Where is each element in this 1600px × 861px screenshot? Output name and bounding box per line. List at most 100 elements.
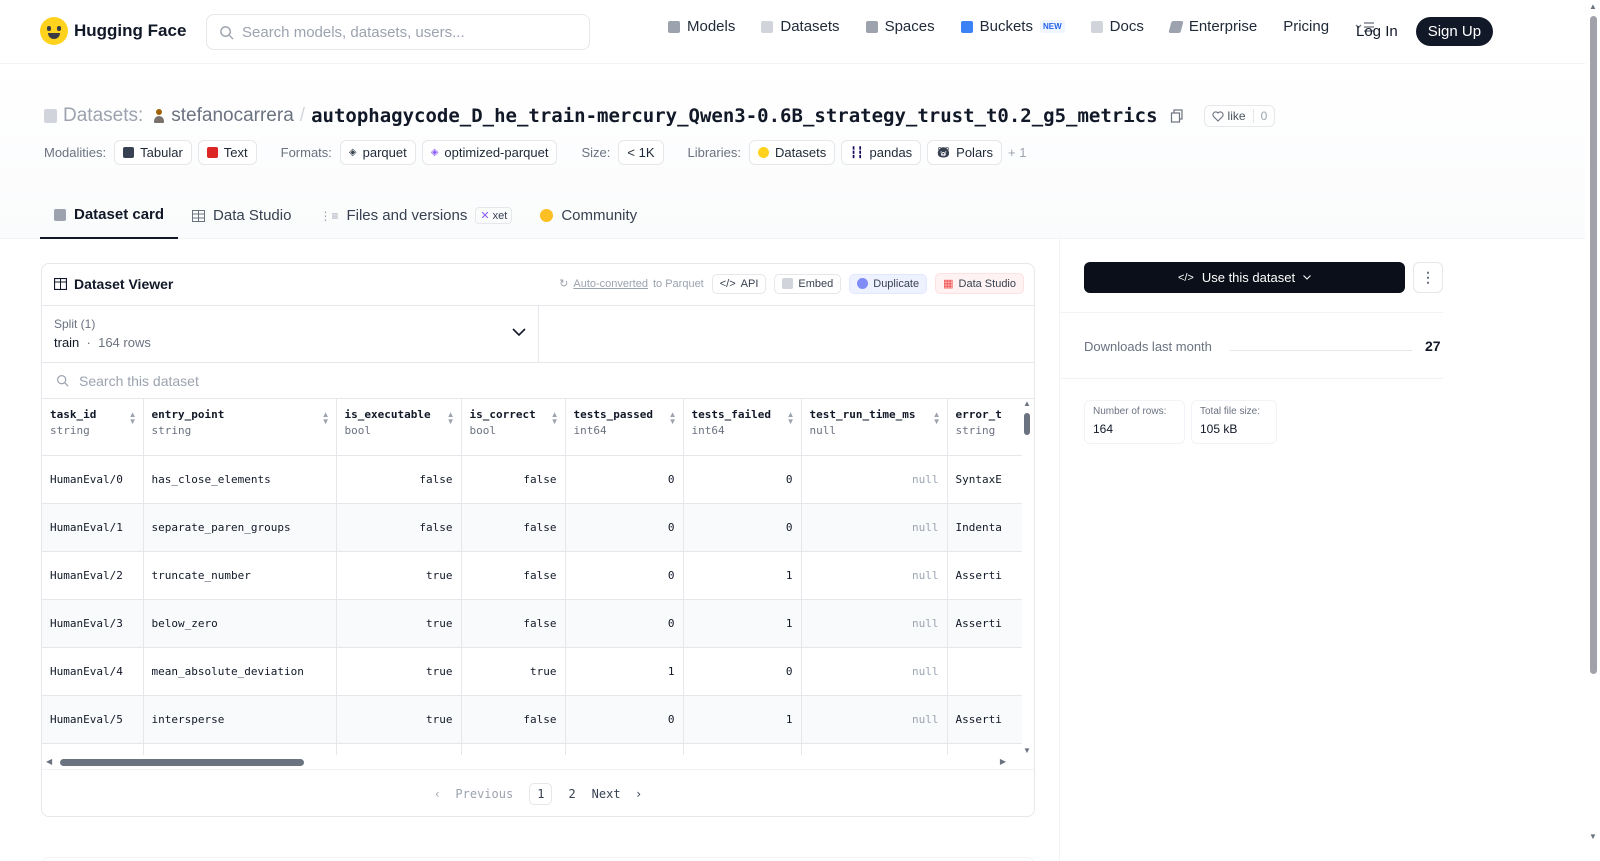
next-page-button[interactable]: Next › [592, 787, 643, 801]
sort-icon[interactable]: ▲ ▼ [933, 411, 941, 426]
tag-parquet[interactable]: ◈ parquet [339, 140, 416, 165]
owner-link[interactable]: stefanocarrera [171, 105, 294, 127]
table-cell[interactable]: null [801, 695, 948, 744]
table-cell[interactable]: 0 [683, 503, 802, 552]
table-row[interactable]: HumanEval/2 truncate_number true false 0 1 nul… [42, 551, 1022, 600]
page-2-button[interactable]: 2 [568, 787, 575, 801]
use-this-dataset-button[interactable]: </> Use this dataset [1084, 262, 1405, 293]
auto-converted-link[interactable]: Auto-converted [573, 278, 648, 290]
table-cell[interactable]: true [336, 599, 462, 648]
table-cell[interactable]: false [461, 599, 566, 648]
table-cell[interactable]: null [801, 647, 948, 696]
tag-pandas[interactable]: ┇┇ pandas [841, 140, 922, 165]
tag-text[interactable]: Text [197, 140, 257, 165]
table-cell[interactable]: Asserti [947, 695, 1022, 744]
home-logo-link[interactable]: Hugging Face [40, 17, 186, 45]
data-studio-button[interactable]: ▦ Data Studio [935, 273, 1024, 294]
table-row[interactable]: HumanEval/1 separate_paren_groups false fal… [42, 503, 1022, 552]
table-cell[interactable]: mean_absolute_deviation [143, 647, 337, 696]
column-header[interactable]: test_run_time_ms null ▲ ▼ [801, 399, 948, 456]
table-cell[interactable]: false [461, 695, 566, 744]
page-scrollbar[interactable]: ▲ ▼ [1585, 0, 1600, 861]
table-cell[interactable]: Asserti [947, 599, 1022, 648]
column-header[interactable]: error_t string [947, 399, 1022, 456]
sort-icon[interactable]: ▲ ▼ [129, 411, 137, 426]
table-row[interactable]: HumanEval/3 below_zero true false 0 1 null Asse… [42, 599, 1022, 648]
embed-button[interactable]: Embed [774, 273, 842, 294]
column-header[interactable]: is_correct bool ▲ ▼ [461, 399, 566, 456]
page-1-button[interactable]: 1 [529, 783, 553, 805]
column-header[interactable]: tests_failed int64 ▲ ▼ [683, 399, 802, 456]
tag-tabular[interactable]: Tabular [114, 140, 192, 165]
table-cell[interactable]: 1 [683, 599, 802, 648]
table-cell[interactable]: null [801, 455, 948, 504]
table-row[interactable]: HumanEval/0 has_close_elements false false 0… [42, 455, 1022, 504]
table-cell[interactable]: true [336, 695, 462, 744]
tag-size[interactable]: < 1K [618, 140, 664, 165]
table-cell[interactable]: null [801, 503, 948, 552]
table-cell[interactable]: 0 [565, 551, 684, 600]
nav-datasets[interactable]: Datasets [761, 18, 840, 35]
sort-icon[interactable]: ▲ ▼ [787, 411, 795, 426]
table-cell[interactable]: Indenta [947, 503, 1022, 552]
dataset-search-input[interactable]: Search this dataset [42, 363, 1034, 399]
signup-button[interactable]: Sign Up [1415, 17, 1494, 46]
table-cell[interactable]: 0 [565, 695, 684, 744]
nav-pricing[interactable]: Pricing [1283, 18, 1329, 35]
table-cell[interactable]: 0 [565, 503, 684, 552]
page-scroll-down-icon[interactable]: ▼ [1589, 832, 1597, 841]
nav-enterprise[interactable]: Enterprise [1168, 18, 1257, 35]
table-cell[interactable]: true [461, 647, 566, 696]
previous-page-button[interactable]: ‹ Previous [434, 787, 513, 801]
table-cell[interactable]: HumanEval/1 [42, 503, 144, 552]
global-search-input[interactable]: Search models, datasets, users... [206, 14, 590, 50]
table-cell[interactable] [947, 647, 1022, 696]
table-cell[interactable]: false [336, 503, 462, 552]
table-cell[interactable]: false [336, 455, 462, 504]
tag-optimized-parquet[interactable]: ◈ optimized-parquet [421, 140, 558, 165]
table-cell[interactable]: separate_paren_groups [143, 503, 337, 552]
table-cell[interactable]: HumanEval/2 [42, 551, 144, 600]
login-link[interactable]: Log In [1356, 23, 1398, 40]
sort-icon[interactable]: ▲ ▼ [551, 411, 559, 426]
libraries-more[interactable]: + 1 [1008, 145, 1026, 160]
table-cell[interactable]: 0 [683, 647, 802, 696]
nav-docs[interactable]: Docs [1090, 18, 1144, 35]
copy-icon[interactable] [1170, 109, 1184, 123]
table-cell[interactable]: HumanEval/4 [42, 647, 144, 696]
table-cell[interactable]: true [336, 551, 462, 600]
table-cell[interactable]: 1 [683, 551, 802, 600]
sort-icon[interactable]: ▲ ▼ [447, 411, 455, 426]
table-row[interactable]: HumanEval/5 intersperse true false 0 1 null Ass… [42, 695, 1022, 744]
table-cell[interactable]: true [336, 647, 462, 696]
column-header[interactable]: is_executable bool ▲ ▼ [336, 399, 462, 456]
nav-models[interactable]: Models [668, 18, 735, 35]
scroll-right-icon[interactable]: ▶ [1000, 757, 1006, 766]
scroll-left-icon[interactable]: ◀ [46, 757, 52, 766]
table-cell[interactable]: 1 [683, 695, 802, 744]
datasets-prefix-link[interactable]: Datasets: [63, 105, 143, 127]
table-row[interactable]: HumanEval/4 mean_absolute_deviation true tr… [42, 647, 1022, 696]
table-cell[interactable]: HumanEval/3 [42, 599, 144, 648]
tab-data-studio[interactable]: Data Studio [178, 192, 305, 239]
duplicate-button[interactable]: Duplicate [849, 273, 928, 294]
table-cell[interactable]: HumanEval/0 [42, 455, 144, 504]
table-cell[interactable]: below_zero [143, 599, 337, 648]
api-button[interactable]: </> API [711, 273, 767, 294]
scroll-down-icon[interactable]: ▼ [1023, 746, 1031, 755]
column-header[interactable]: entry_point string ▲ ▼ [143, 399, 337, 456]
split-selector[interactable]: Split (1) train · 164 rows [42, 306, 539, 363]
tab-community[interactable]: Community [526, 192, 651, 239]
tab-files-and-versions[interactable]: ⋮≡ Files and versions ✕ xet [305, 192, 526, 239]
more-options-button[interactable]: ⋮ [1413, 262, 1443, 293]
table-cell[interactable]: 0 [683, 455, 802, 504]
table-horizontal-scrollbar[interactable]: ◀ ▶ [42, 755, 1022, 769]
nav-buckets[interactable]: Buckets NEW [960, 18, 1065, 35]
tag-datasets-lib[interactable]: Datasets [748, 140, 836, 165]
table-cell[interactable]: 1 [565, 647, 684, 696]
table-cell[interactable]: 0 [565, 455, 684, 504]
table-cell[interactable]: false [461, 503, 566, 552]
vertical-scroll-thumb[interactable] [1024, 413, 1030, 435]
horizontal-scroll-thumb[interactable] [60, 759, 304, 766]
table-vertical-scrollbar[interactable]: ▲ ▼ [1020, 399, 1034, 755]
